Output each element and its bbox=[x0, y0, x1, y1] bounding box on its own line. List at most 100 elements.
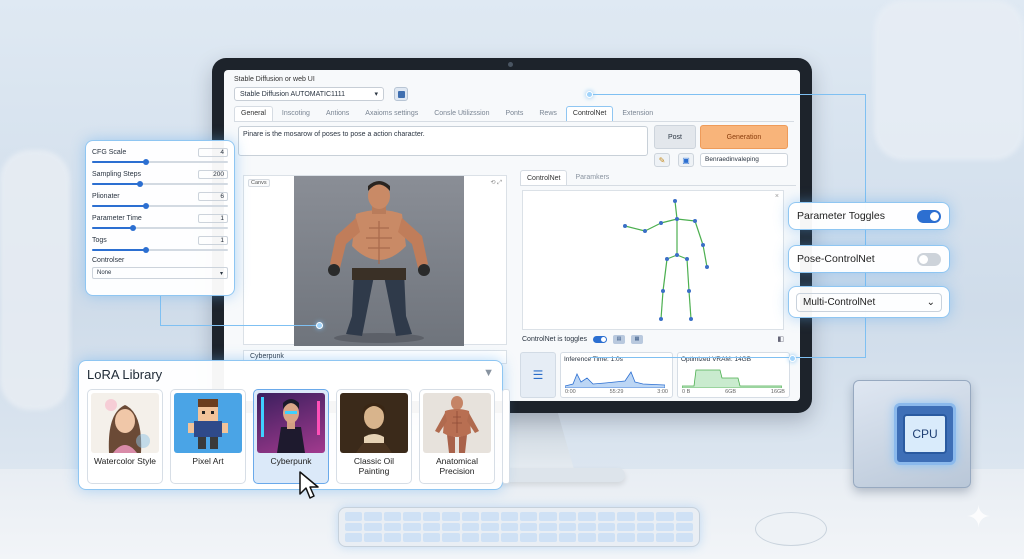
oil-portrait-illustration bbox=[356, 403, 392, 453]
triangle-down-icon[interactable]: ▼ bbox=[483, 367, 494, 379]
controlnet-select[interactable]: None ▾ bbox=[92, 267, 228, 279]
keyboard-key bbox=[422, 512, 441, 521]
keyboard-key bbox=[617, 512, 635, 521]
inference-graph bbox=[565, 371, 665, 388]
model-select-value: Stable Diffusion AUTOMATIC1111 bbox=[240, 90, 346, 98]
param-row: Parameter Time 1 bbox=[92, 213, 228, 231]
lora-card-classic-oil[interactable]: Classic Oil Painting bbox=[336, 389, 412, 484]
keyboard-key bbox=[656, 533, 674, 542]
keyboard-key bbox=[675, 533, 693, 542]
keyboard-key bbox=[597, 533, 616, 542]
parameters-panel: CFG Scale 4 Sampling Steps 200 Plionater 6 Par… bbox=[85, 140, 235, 296]
anatomy-thumbnail bbox=[423, 393, 491, 453]
lora-library-title: LoRA Library bbox=[87, 367, 163, 382]
param-value-input[interactable]: 4 bbox=[198, 147, 228, 157]
param-label: Plionater bbox=[92, 192, 120, 200]
vram-axis: 0 B 6GB 16GB bbox=[682, 389, 785, 395]
slider-knob[interactable] bbox=[129, 225, 136, 231]
param-slider[interactable] bbox=[92, 203, 228, 209]
lora-card-label: Anatomical Precision bbox=[435, 456, 479, 476]
slider-fill bbox=[92, 205, 147, 207]
prompt-input[interactable]: Pinare is the mosarow of poses to pose a… bbox=[238, 126, 648, 156]
keyboard-key bbox=[558, 512, 577, 521]
anatomy-figure-illustration bbox=[435, 396, 479, 453]
lora-card-watercolor[interactable]: Watercolor Style bbox=[87, 389, 163, 484]
chevron-down-icon: ⌄ bbox=[926, 296, 935, 308]
keyboard-key bbox=[364, 522, 382, 532]
tab-inscoting[interactable]: Inscoting bbox=[275, 106, 317, 121]
param-slider[interactable] bbox=[92, 181, 228, 187]
keyboard-key bbox=[520, 533, 538, 542]
tab-antions[interactable]: Antions bbox=[319, 106, 356, 121]
keyboard-key bbox=[597, 512, 616, 521]
model-select[interactable]: Stable Diffusion AUTOMATIC1111 ▾ bbox=[234, 87, 384, 101]
param-label: Togs bbox=[92, 236, 107, 244]
lora-scroll-more[interactable] bbox=[502, 389, 510, 484]
param-slider[interactable] bbox=[92, 159, 228, 165]
controlnet-select-label: Controlser bbox=[92, 257, 125, 264]
tab-general[interactable]: General bbox=[234, 106, 273, 121]
save-icon bbox=[397, 90, 405, 98]
slider-knob[interactable] bbox=[143, 247, 150, 253]
inference-time-card: Inference Time: 1.0s 0:00 55:29 3:00 bbox=[560, 352, 673, 398]
param-value-input[interactable]: 6 bbox=[198, 191, 228, 201]
param-slider[interactable] bbox=[92, 225, 228, 231]
param-value-input[interactable]: 200 bbox=[198, 169, 228, 179]
param-label: CFG Scale bbox=[92, 148, 127, 156]
tab-consle-utilizssion[interactable]: Consle Utilizssion bbox=[427, 106, 496, 121]
param-slider[interactable] bbox=[92, 247, 228, 253]
keyboard-key bbox=[461, 522, 480, 532]
background-shelf bbox=[0, 150, 70, 410]
multi-controlnet-select[interactable]: Multi-ControlNet ⌄ bbox=[796, 292, 942, 312]
connector-dot bbox=[586, 91, 593, 98]
stats-row: ☰ Inference Time: 1.0s 0:00 55:29 3:00 O… bbox=[520, 352, 790, 401]
slider-knob[interactable] bbox=[136, 181, 143, 187]
lora-library-panel: LoRA Library ▼ Watercolor Style Pixel Ar… bbox=[78, 360, 510, 490]
tab-rews[interactable]: Rews bbox=[532, 106, 564, 121]
keyboard-key bbox=[481, 522, 499, 532]
chevron-down-icon: ▾ bbox=[374, 91, 378, 98]
sliders-icon[interactable]: ☰ bbox=[520, 352, 556, 398]
keyboard-key bbox=[422, 522, 441, 532]
slider-knob[interactable] bbox=[143, 203, 150, 209]
param-value-input[interactable]: 1 bbox=[198, 235, 228, 245]
keyboard-key bbox=[383, 512, 402, 521]
pose-controlnet-switch[interactable] bbox=[917, 252, 941, 266]
slider-fill bbox=[92, 227, 133, 229]
cpu-chip-icon: CPU bbox=[894, 403, 956, 465]
lora-card-label: Watercolor Style bbox=[93, 456, 157, 466]
lora-card-anatomical[interactable]: Anatomical Precision bbox=[419, 389, 495, 484]
lora-card-label: Pixel Art bbox=[192, 456, 224, 466]
param-row: Sampling Steps 200 bbox=[92, 169, 228, 187]
keyboard-key bbox=[364, 512, 382, 521]
connector-line bbox=[160, 296, 320, 326]
canvas-tools-icon[interactable]: ⟲ ⤢ bbox=[491, 179, 503, 187]
parameter-toggles-switch[interactable] bbox=[917, 209, 941, 223]
parameter-toggles-panel: Parameter Toggles bbox=[788, 202, 950, 230]
pose-controlnet-label: Pose-ControlNet bbox=[797, 253, 875, 265]
lora-card-label: Cyberpunk bbox=[270, 456, 312, 466]
param-row: Togs 1 bbox=[92, 235, 228, 253]
controlnet-toggle-label: ControlNet is toggles bbox=[522, 335, 587, 343]
keyboard-key bbox=[403, 533, 421, 542]
subtab-controlnet[interactable]: ControlNet bbox=[520, 170, 568, 185]
keyboard-key bbox=[461, 512, 480, 521]
keyboard-key bbox=[461, 533, 480, 542]
keyboard-key bbox=[383, 533, 402, 542]
keyboard-key bbox=[442, 522, 460, 532]
tab-ponts[interactable]: Ponts bbox=[498, 106, 530, 121]
keyboard-key bbox=[345, 522, 363, 532]
keyboard-key bbox=[364, 533, 382, 542]
background-window bbox=[874, 0, 1024, 160]
slider-fill bbox=[92, 183, 140, 185]
keyboard-key bbox=[656, 522, 674, 532]
refresh-model-button[interactable] bbox=[394, 87, 408, 101]
mouse-cursor-icon bbox=[299, 471, 319, 499]
app-title: Stable Diffusion or web UI bbox=[234, 76, 315, 83]
slider-knob[interactable] bbox=[143, 159, 150, 165]
keyboard-key bbox=[597, 522, 616, 532]
keyboard-key bbox=[345, 512, 363, 521]
tab-axaioms-settings[interactable]: Axaioms settings bbox=[358, 106, 425, 121]
param-value-input[interactable]: 1 bbox=[198, 213, 228, 223]
lora-card-pixel-art[interactable]: Pixel Art bbox=[170, 389, 246, 484]
